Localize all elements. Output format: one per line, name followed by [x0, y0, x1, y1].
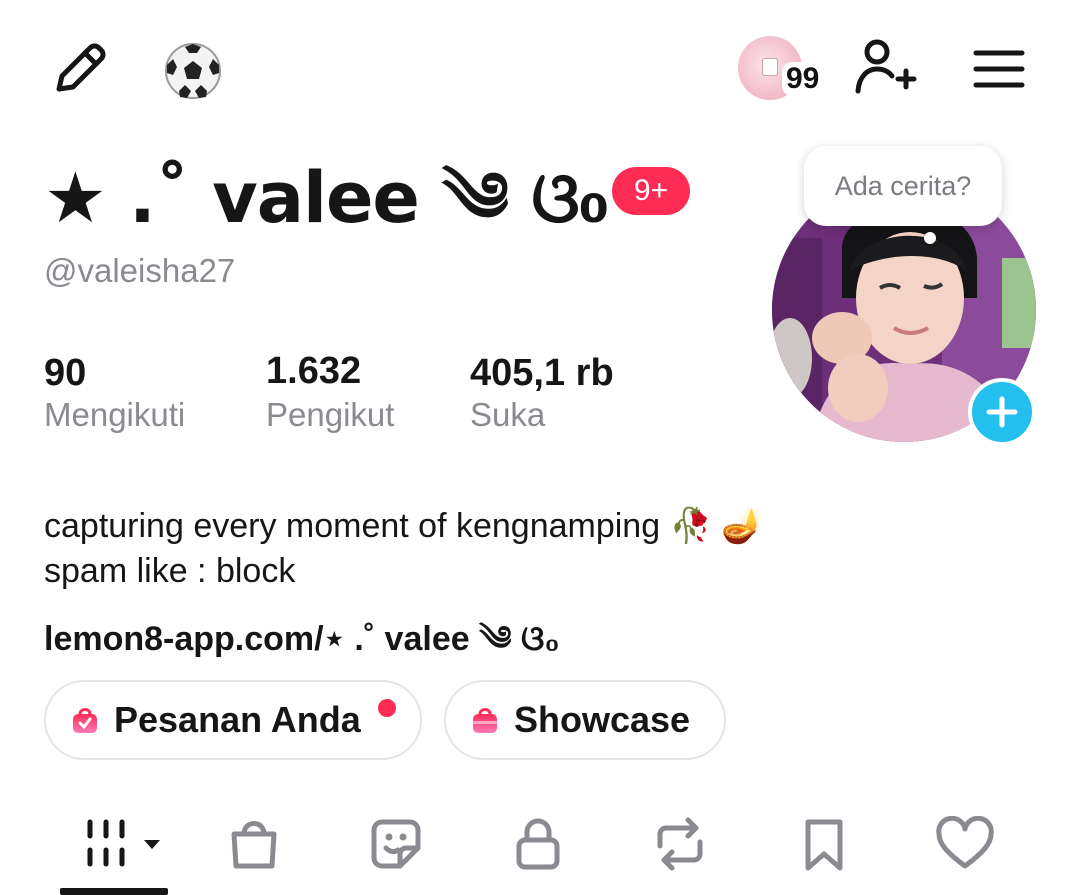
- likes-count[interactable]: 405,1 rb: [470, 352, 614, 395]
- tab-reposts[interactable]: [650, 812, 710, 876]
- orders-button[interactable]: Pesanan Anda: [44, 680, 422, 760]
- soccer-ball-graphic: [165, 43, 221, 99]
- showcase-label: Showcase: [514, 699, 691, 740]
- story-prompt-bubble[interactable]: Ada cerita?: [804, 146, 1002, 226]
- edit-profile-button[interactable]: [50, 38, 110, 98]
- tab-shop[interactable]: [224, 812, 284, 876]
- dropdown-caret-icon: [144, 840, 160, 849]
- repost-icon: [657, 817, 703, 871]
- likes-label[interactable]: Suka: [470, 396, 545, 434]
- menu-button[interactable]: [970, 44, 1028, 94]
- bio-line-1: capturing every moment of kengnamping 🥀 …: [44, 507, 764, 545]
- hamburger-menu-icon: [973, 50, 1025, 88]
- following-label[interactable]: Mengikuti: [44, 396, 185, 434]
- pencil-icon: [56, 43, 106, 92]
- heart-icon: [936, 816, 994, 869]
- display-name: ★ .˚ valee ༄ ଓ₀: [44, 157, 609, 239]
- lock-icon: [516, 818, 560, 870]
- sticker-icon: [371, 819, 421, 869]
- tab-stickers[interactable]: [366, 812, 426, 876]
- shopping-bag-icon: [231, 821, 277, 869]
- tab-private[interactable]: [508, 812, 568, 876]
- add-friend-button[interactable]: [852, 36, 918, 98]
- followers-label[interactable]: Pengikut: [266, 396, 394, 434]
- following-count[interactable]: 90: [44, 352, 86, 395]
- shopping-bag-icon: [473, 708, 497, 733]
- shopping-bag-check-icon: [73, 708, 97, 733]
- tab-liked[interactable]: [932, 812, 998, 876]
- notification-count: 99: [782, 62, 824, 96]
- bubble-tail-dot: [924, 232, 936, 244]
- avatar-sticker: [762, 58, 778, 76]
- tab-saved[interactable]: [794, 812, 854, 876]
- username: @valeisha27: [44, 252, 236, 289]
- plus-icon: [986, 396, 1018, 428]
- followers-count[interactable]: 1.632: [266, 350, 361, 393]
- orders-notification-dot: [376, 697, 398, 719]
- grid-icon: [87, 819, 160, 867]
- name-badge[interactable]: 9+: [612, 167, 690, 215]
- orders-label: Pesanan Anda: [114, 699, 361, 740]
- bookmark-icon: [805, 819, 843, 871]
- selected-tab-indicator: [60, 888, 168, 895]
- soccer-ball-icon[interactable]: [160, 38, 226, 104]
- showcase-button[interactable]: Showcase: [444, 680, 726, 760]
- add-user-icon: [855, 39, 917, 94]
- bio-line-2: spam like : block: [44, 552, 296, 590]
- tab-posts[interactable]: [78, 812, 168, 876]
- add-story-button[interactable]: [968, 378, 1036, 446]
